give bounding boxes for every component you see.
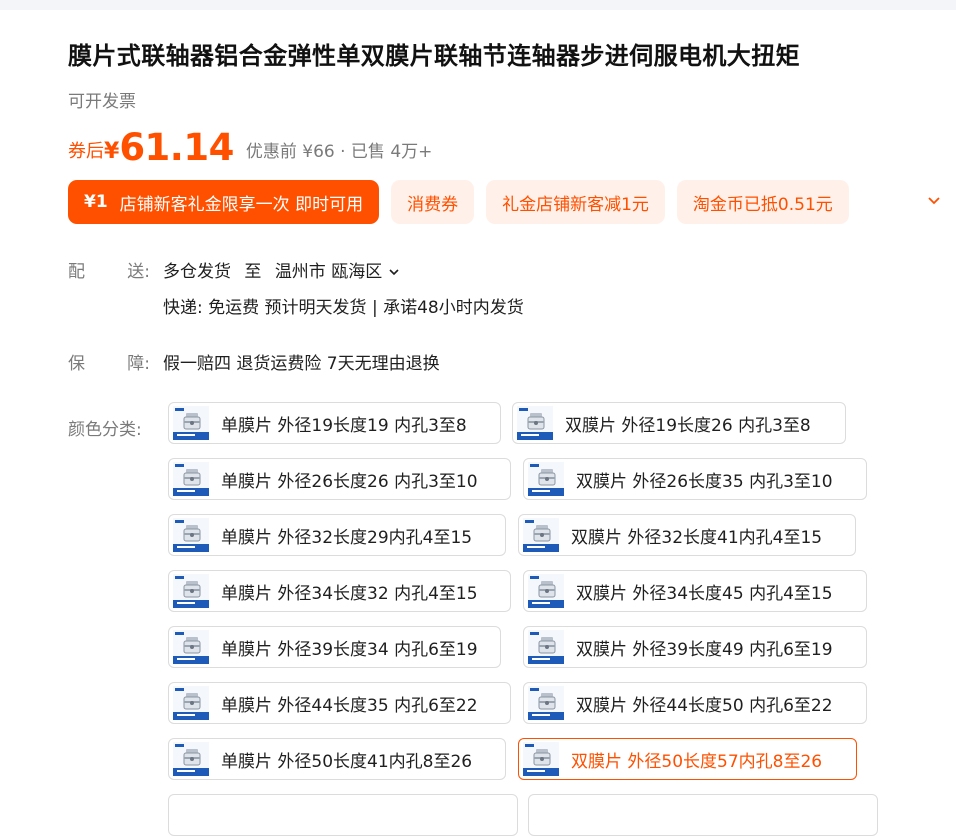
color-option-label: 单膜片 外径50长度41内孔8至26 bbox=[221, 751, 473, 772]
location-text: 温州市 瓯海区 bbox=[274, 262, 383, 282]
invoice-note: 可开发票 bbox=[68, 92, 136, 112]
color-option[interactable]: 双膜片 外径19长度26 内孔3至8 bbox=[512, 402, 846, 444]
color-option-label: 双膜片 外径32长度41内孔4至15 bbox=[571, 527, 823, 548]
product-thumbnail bbox=[173, 630, 209, 664]
product-thumbnail bbox=[528, 462, 564, 496]
color-option[interactable]: 单膜片 外径39长度34 内孔6至19 bbox=[168, 626, 501, 668]
ship-from: 多仓发货 bbox=[163, 262, 231, 282]
chevron-down-icon[interactable] bbox=[924, 192, 944, 212]
product-thumbnail bbox=[173, 406, 209, 440]
color-option-label: 单膜片 外径34长度32 内孔4至15 bbox=[221, 583, 478, 604]
product-thumbnail bbox=[173, 462, 209, 496]
color-option-label: 单膜片 外径19长度19 内孔3至8 bbox=[221, 415, 467, 436]
shipping-details: 快递: 免运费 预计明天发货 | 承诺48小时内发货 bbox=[163, 298, 524, 318]
color-option-label: 双膜片 外径50长度57内孔8至26 bbox=[571, 751, 823, 772]
color-option-label: 双膜片 外径39长度49 内孔6至19 bbox=[576, 639, 833, 660]
product-thumbnail bbox=[528, 574, 564, 608]
coupon-consumption[interactable]: 消费券 bbox=[391, 180, 475, 224]
color-option[interactable]: 单膜片 外径44长度35 内孔6至22 bbox=[168, 682, 511, 724]
color-option-label: 单膜片 外径26长度26 内孔3至10 bbox=[221, 471, 478, 492]
top-strip bbox=[0, 0, 956, 10]
color-option[interactable]: 双膜片 外径50长度57内孔8至26 bbox=[518, 738, 857, 780]
color-option-label: 双膜片 外径44长度50 内孔6至22 bbox=[576, 695, 833, 716]
product-thumbnail bbox=[173, 742, 209, 776]
product-thumbnail bbox=[528, 630, 564, 664]
color-option[interactable]: 单膜片 外径34长度32 内孔4至15 bbox=[168, 570, 511, 612]
color-option[interactable]: 单膜片 外径19长度19 内孔3至8 bbox=[168, 402, 501, 444]
color-option-label: 单膜片 外径39长度34 内孔6至19 bbox=[221, 639, 478, 660]
guarantee-text: 假一赔四 退货运费险 7天无理由退换 bbox=[163, 354, 440, 374]
color-option-label: 单膜片 外径44长度35 内孔6至22 bbox=[221, 695, 478, 716]
color-option[interactable]: 双膜片 外径26长度35 内孔3至10 bbox=[523, 458, 867, 500]
color-option[interactable]: 双膜片 外径44长度50 内孔6至22 bbox=[523, 682, 867, 724]
product-thumbnail bbox=[173, 518, 209, 552]
coupon-text: 礼金店铺新客减1元 bbox=[502, 194, 649, 215]
coupon-amount: ¥1 bbox=[84, 192, 108, 212]
color-option[interactable]: 双膜片 外径34长度45 内孔4至15 bbox=[523, 570, 867, 612]
ship-to-word: 至 bbox=[244, 262, 262, 282]
coupon-text: 消费券 bbox=[407, 194, 459, 215]
product-thumbnail bbox=[517, 406, 553, 440]
color-option-partial[interactable] bbox=[168, 794, 518, 836]
price-meta: 优惠前 ¥66 · 已售 4万+ bbox=[245, 142, 433, 162]
color-option[interactable]: 单膜片 外径26长度26 内孔3至10 bbox=[168, 458, 511, 500]
color-option[interactable]: 双膜片 外径32长度41内孔4至15 bbox=[518, 514, 856, 556]
color-option[interactable]: 单膜片 外径32长度29内孔4至15 bbox=[168, 514, 506, 556]
color-option-label: 单膜片 外径32长度29内孔4至15 bbox=[221, 527, 473, 548]
final-price: 61.14 bbox=[119, 126, 234, 169]
color-option-label: 双膜片 外径34长度45 内孔4至15 bbox=[576, 583, 833, 604]
product-thumbnail bbox=[528, 686, 564, 720]
delivery-label: 配 送: bbox=[68, 262, 150, 282]
product-thumbnail bbox=[173, 574, 209, 608]
color-label: 颜色分类: bbox=[68, 420, 142, 440]
price-row: 券后 ¥ 61.14 优惠前 ¥66 · 已售 4万+ bbox=[68, 122, 432, 172]
color-option[interactable]: 单膜片 外径50长度41内孔8至26 bbox=[168, 738, 506, 780]
coupon-taojinbi[interactable]: 淘金币已抵0.51元 bbox=[676, 180, 849, 224]
product-thumbnail bbox=[523, 742, 559, 776]
guarantee-label: 保 障: bbox=[68, 354, 150, 374]
product-thumbnail bbox=[523, 518, 559, 552]
color-option-partial[interactable] bbox=[528, 794, 878, 836]
location-selector[interactable]: 温州市 瓯海区 bbox=[275, 262, 400, 282]
color-option-label: 双膜片 外径19长度26 内孔3至8 bbox=[565, 415, 811, 436]
delivery-info: 多仓发货 至 温州市 瓯海区 bbox=[163, 257, 400, 282]
chevron-down-icon bbox=[389, 269, 399, 276]
coupon-new-customer[interactable]: ¥1 店铺新客礼金限享一次 即时可用 bbox=[68, 180, 380, 224]
coupon-text: 店铺新客礼金限享一次 即时可用 bbox=[119, 194, 364, 215]
coupon-text: 淘金币已抵0.51元 bbox=[692, 194, 833, 215]
color-option[interactable]: 双膜片 外径39长度49 内孔6至19 bbox=[523, 626, 867, 668]
currency-symbol: ¥ bbox=[104, 139, 120, 164]
coupon-gift-discount[interactable]: 礼金店铺新客减1元 bbox=[486, 180, 665, 224]
after-coupon-tag: 券后 bbox=[68, 141, 104, 162]
color-option-label: 双膜片 外径26长度35 内孔3至10 bbox=[576, 471, 833, 492]
product-thumbnail bbox=[173, 686, 209, 720]
coupon-bar: ¥1 店铺新客礼金限享一次 即时可用 消费券 礼金店铺新客减1元 淘金币已抵0.… bbox=[68, 180, 861, 224]
product-title: 膜片式联轴器铝合金弹性单双膜片联轴节连轴器步进伺服电机大扭矩 bbox=[68, 42, 800, 70]
